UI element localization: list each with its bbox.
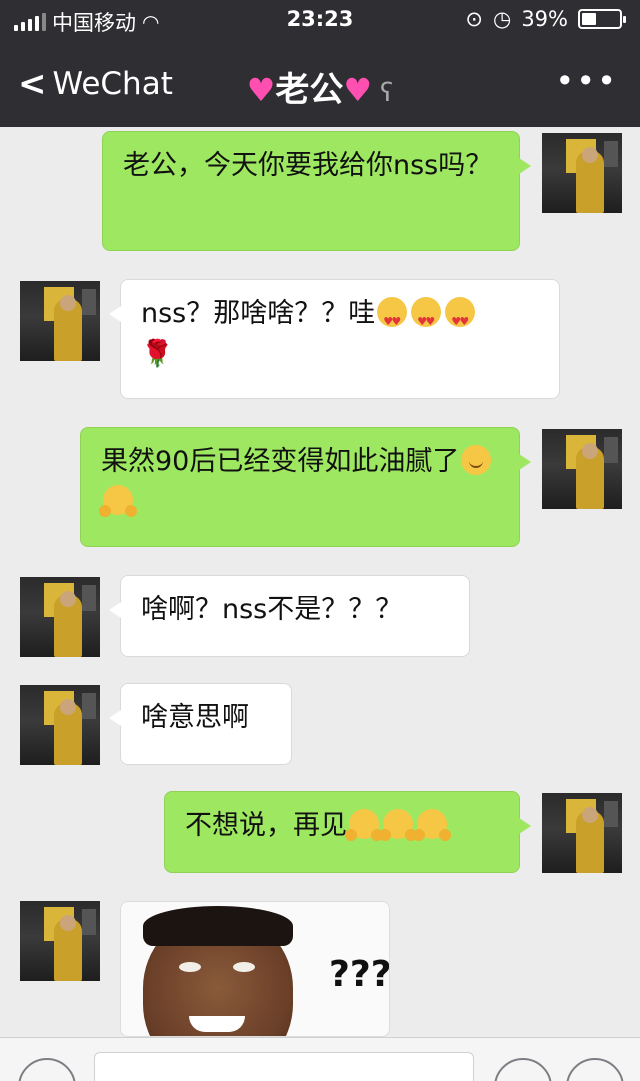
rotation-lock-icon: ⊙ (465, 7, 483, 31)
message-text: 啥意思啊 (141, 702, 249, 733)
battery-icon (578, 9, 626, 29)
message-text: 老公，今天你要我给你nss吗？ (123, 150, 493, 181)
emoji-button[interactable] (494, 1058, 552, 1081)
sticker-message[interactable]: ??? (120, 901, 390, 1037)
message-bubble-sent[interactable]: 老公，今天你要我给你nss吗？ (102, 131, 531, 251)
ear-icon: ʕ (380, 78, 394, 108)
hug-emoji-icon (413, 809, 451, 841)
message-text: nss？那啥啥？？哇 (141, 298, 376, 329)
status-bar: 中国移动 ◠ 23:23 ⊙ ◷ 39% (0, 0, 640, 40)
message-bubble-received[interactable]: 啥意思啊 (109, 683, 292, 765)
rose-emoji-icon: 🌹 (141, 339, 174, 369)
smile-emoji-icon (461, 445, 492, 475)
contact-avatar[interactable] (20, 685, 100, 765)
contact-avatar[interactable] (20, 901, 100, 981)
hug-emoji-icon (99, 485, 137, 517)
heart-eyes-emoji-icon (377, 297, 408, 342)
my-avatar[interactable] (542, 133, 622, 213)
my-avatar[interactable] (542, 429, 622, 509)
contact-avatar[interactable] (20, 577, 100, 657)
hug-emoji-icon (379, 809, 417, 841)
contact-avatar[interactable] (20, 281, 100, 361)
chat-area[interactable]: 老公，今天你要我给你nss吗？ nss？那啥啥？？哇 🌹 果然90后已经变得如此… (0, 127, 640, 1037)
message-bubble-received[interactable]: nss？那啥啥？？哇 🌹 (109, 279, 560, 399)
contact-name: 老公 (275, 70, 344, 110)
sparkling-heart-icon: ♥ (246, 71, 276, 109)
my-avatar[interactable] (542, 793, 622, 873)
battery-percent: 39% (521, 7, 568, 31)
heart-eyes-emoji-icon (411, 297, 442, 342)
alarm-icon: ◷ (492, 7, 512, 31)
more-actions-button[interactable] (566, 1058, 624, 1081)
heart-eyes-emoji-icon (445, 297, 476, 342)
message-text: 果然90后已经变得如此油腻了 (101, 446, 460, 477)
sticker-caption: ??? (329, 954, 390, 995)
input-bar (0, 1037, 640, 1081)
hug-emoji-icon (345, 809, 383, 841)
chat-title: ♥老公♥ ʕ (0, 62, 640, 111)
message-bubble-received[interactable]: 啥啊？nss不是？？？ (109, 575, 470, 657)
message-bubble-sent[interactable]: 果然90后已经变得如此油腻了 (80, 427, 531, 547)
message-bubble-sent[interactable]: 不想说，再见 (164, 791, 531, 873)
sparkling-heart-icon: ♥ (343, 71, 373, 109)
message-text: 不想说，再见 (185, 810, 347, 841)
message-text: 啥啊？nss不是？？？ (141, 594, 403, 625)
message-input[interactable] (94, 1052, 474, 1081)
navigation-bar: < WeChat ♥老公♥ ʕ ••• (0, 40, 640, 127)
voice-input-button[interactable] (18, 1058, 76, 1081)
top-bar: 中国移动 ◠ 23:23 ⊙ ◷ 39% < WeChat ♥老公♥ ʕ ••• (0, 0, 640, 127)
more-options-button[interactable]: ••• (555, 62, 618, 100)
